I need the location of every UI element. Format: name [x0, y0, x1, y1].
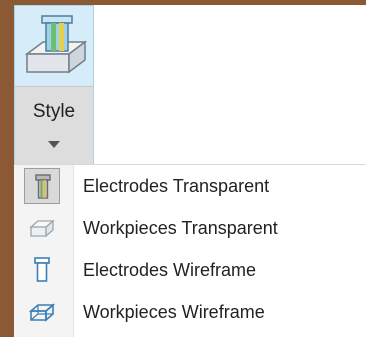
menu-item-label: Workpieces Transparent — [83, 218, 278, 238]
chevron-down-icon — [48, 141, 60, 148]
workpiece-transparent-icon — [24, 210, 60, 246]
style-label: Style — [32, 101, 76, 122]
workpiece-wireframe-icon — [24, 294, 60, 330]
menu-item-label: Electrodes Wireframe — [83, 260, 257, 280]
electrode-wireframe-icon — [24, 252, 60, 288]
style-dropdown-menu: Electrodes Transparent Workpieces Transp… — [14, 165, 366, 337]
menu-item-electrodes-wireframe[interactable]: Electrodes Wireframe — [14, 249, 366, 291]
menu-item-electrodes-transparent[interactable]: Electrodes Transparent — [14, 165, 366, 207]
style-dropdown[interactable]: Style — [15, 86, 93, 164]
menu-item-label: Workpieces Wireframe — [83, 302, 265, 322]
menu-item-workpieces-wireframe[interactable]: Workpieces Wireframe — [14, 291, 366, 333]
menu-item-label: Electrodes Transparent — [83, 176, 270, 196]
window-background-left — [0, 0, 14, 337]
electrode-workpiece-style-icon[interactable] — [19, 10, 91, 84]
menu-item-workpieces-transparent[interactable]: Workpieces Transparent — [14, 207, 366, 249]
style-split-button[interactable]: Style — [14, 5, 94, 164]
electrode-transparent-icon — [24, 168, 60, 204]
ribbon-panel: Style — [14, 5, 366, 165]
